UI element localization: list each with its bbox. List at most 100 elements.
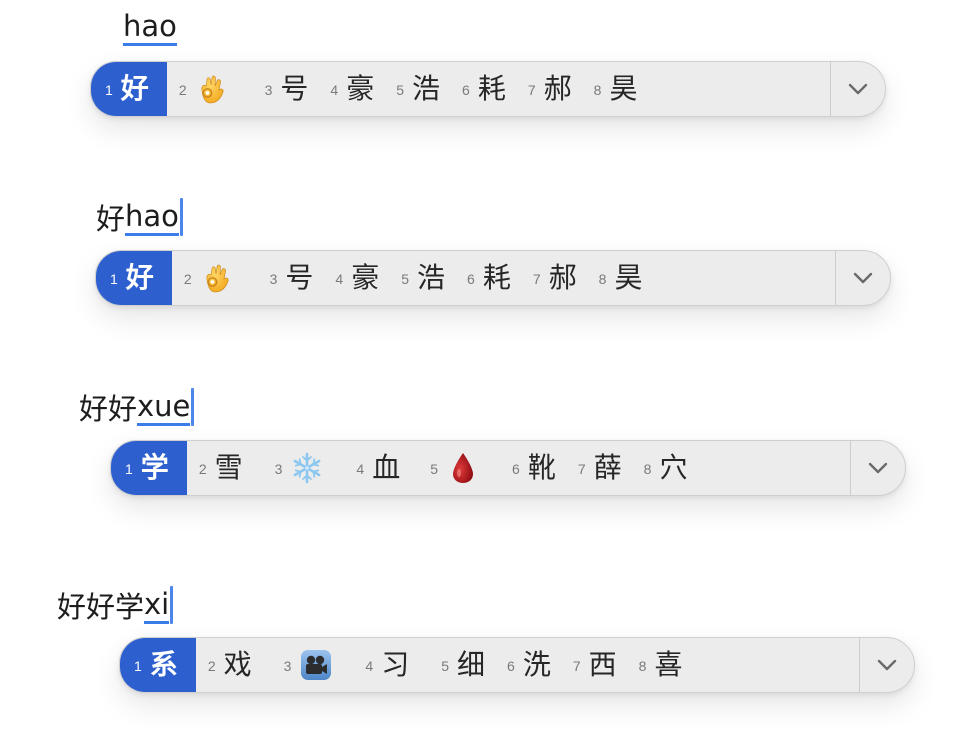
pinyin-input: hao — [123, 10, 177, 46]
candidate-5[interactable]: 5 浩 — [384, 62, 450, 116]
candidate-text: 好 — [125, 261, 154, 294]
candidate-number: 1 — [125, 461, 133, 477]
blood-drop-icon — [453, 453, 474, 483]
text-caret — [170, 586, 174, 624]
candidate-number: 3 — [264, 82, 273, 98]
text-caret — [179, 198, 183, 236]
candidate-3[interactable]: 3 号 — [239, 62, 319, 116]
candidate-number: 8 — [593, 82, 602, 98]
candidate-8[interactable]: 8 昊 — [582, 62, 648, 116]
candidate-2[interactable]: 2 — [167, 62, 239, 116]
candidate-number: 7 — [572, 658, 581, 674]
candidate-list: 1 系 2 戏 3 4 习 5 细 6 洗 7 西 8 喜 — [120, 638, 859, 692]
chevron-down-icon — [853, 272, 873, 284]
candidate-6[interactable]: 6 耗 — [450, 62, 516, 116]
candidate-text: 西 — [588, 648, 617, 681]
candidate-text: 学 — [140, 451, 169, 484]
candidate-1[interactable]: 1 好 — [96, 251, 172, 305]
expand-candidates-button[interactable] — [859, 638, 914, 692]
candidate-7[interactable]: 7 西 — [561, 638, 627, 692]
ok-hand-icon — [205, 264, 229, 293]
expand-candidates-button[interactable] — [850, 441, 905, 495]
candidate-number: 5 — [401, 271, 410, 287]
candidate-text: 雪 — [214, 451, 243, 484]
chevron-down-icon — [877, 659, 897, 671]
chevron-down-icon — [848, 83, 868, 95]
candidate-number: 3 — [283, 658, 292, 674]
candidate-number: 5 — [396, 82, 405, 98]
candidate-5[interactable]: 5 — [410, 441, 490, 495]
candidate-text: 系 — [149, 648, 178, 681]
candidate-number: 4 — [365, 658, 374, 674]
candidate-8[interactable]: 8 昊 — [587, 251, 653, 305]
candidate-text: 喜 — [654, 648, 683, 681]
candidate-4[interactable]: 4 习 — [343, 638, 419, 692]
candidate-text: 郝 — [548, 261, 577, 294]
expand-candidates-button[interactable] — [835, 251, 890, 305]
candidate-text: 昊 — [614, 261, 643, 294]
candidate-number: 1 — [105, 82, 113, 98]
candidate-text: 薛 — [593, 451, 622, 484]
candidate-2[interactable]: 2 — [172, 251, 244, 305]
candidate-3[interactable]: 3 — [253, 441, 335, 495]
candidate-6[interactable]: 6 靴 — [490, 441, 566, 495]
candidate-text: 豪 — [346, 72, 375, 105]
candidate-text: 昊 — [609, 72, 638, 105]
candidate-number: 8 — [643, 461, 652, 477]
candidate-number: 5 — [441, 658, 450, 674]
candidate-3[interactable]: 3 号 — [244, 251, 324, 305]
candidate-text: 习 — [381, 648, 410, 681]
candidate-6[interactable]: 6 耗 — [455, 251, 521, 305]
candidate-7[interactable]: 7 郝 — [516, 62, 582, 116]
candidate-number: 6 — [462, 82, 470, 98]
candidate-number: 3 — [269, 271, 278, 287]
candidate-8[interactable]: 8 穴 — [632, 441, 698, 495]
chevron-down-icon — [868, 462, 888, 474]
candidate-window: 1 学 2 雪 3 4 血 5 6 靴 7 薛 8 穴 — [110, 440, 906, 496]
candidate-number: 1 — [134, 658, 142, 674]
committed-text: 好好 — [79, 392, 138, 426]
candidate-number: 6 — [467, 271, 475, 287]
candidate-text: 靴 — [527, 451, 556, 484]
candidate-number: 4 — [335, 271, 344, 287]
candidate-7[interactable]: 7 郝 — [521, 251, 587, 305]
candidate-text: 洗 — [522, 648, 551, 681]
candidate-6[interactable]: 6 洗 — [495, 638, 561, 692]
candidate-text: 耗 — [482, 261, 511, 294]
candidate-4[interactable]: 4 豪 — [323, 251, 389, 305]
candidate-number: 1 — [110, 271, 118, 287]
candidate-text: 郝 — [543, 72, 572, 105]
candidate-5[interactable]: 5 细 — [419, 638, 495, 692]
candidate-2[interactable]: 2 雪 — [187, 441, 253, 495]
committed-text: 好好学 — [57, 590, 145, 624]
candidate-text: 号 — [285, 261, 314, 294]
candidate-number: 7 — [532, 271, 541, 287]
candidate-number: 8 — [598, 271, 607, 287]
candidate-list: 1 好 2 3 号 4 豪 5 浩 6 耗 7 郝 8 昊 — [96, 251, 835, 305]
candidate-8[interactable]: 8 喜 — [627, 638, 693, 692]
candidate-1[interactable]: 1 系 — [120, 638, 196, 692]
snowflake-icon — [294, 452, 321, 484]
candidate-number: 2 — [178, 82, 187, 98]
candidate-number: 7 — [577, 461, 586, 477]
candidate-4[interactable]: 4 血 — [334, 441, 410, 495]
candidate-window: 1 系 2 戏 3 4 习 5 细 6 洗 7 西 8 喜 — [119, 637, 915, 693]
candidate-2[interactable]: 2 戏 — [196, 638, 262, 692]
candidate-text: 豪 — [351, 261, 380, 294]
expand-candidates-button[interactable] — [830, 62, 885, 116]
candidate-7[interactable]: 7 薛 — [566, 441, 632, 495]
candidate-1[interactable]: 1 好 — [91, 62, 167, 116]
candidate-5[interactable]: 5 浩 — [389, 251, 455, 305]
composition-line: 好 hao — [96, 196, 183, 236]
candidate-1[interactable]: 1 学 — [111, 441, 187, 495]
pinyin-input: xi — [144, 588, 170, 624]
candidate-3[interactable]: 3 — [262, 638, 344, 692]
candidate-4[interactable]: 4 豪 — [318, 62, 384, 116]
candidate-text: 细 — [457, 648, 486, 681]
candidate-text: 血 — [372, 451, 401, 484]
candidate-number: 6 — [507, 658, 515, 674]
candidate-window: 1 好 2 3 号 4 豪 5 浩 6 耗 7 郝 8 昊 — [90, 61, 886, 117]
composition-line: 好好学 xi — [57, 584, 174, 624]
candidate-number: 6 — [512, 461, 520, 477]
candidate-number: 3 — [274, 461, 283, 477]
